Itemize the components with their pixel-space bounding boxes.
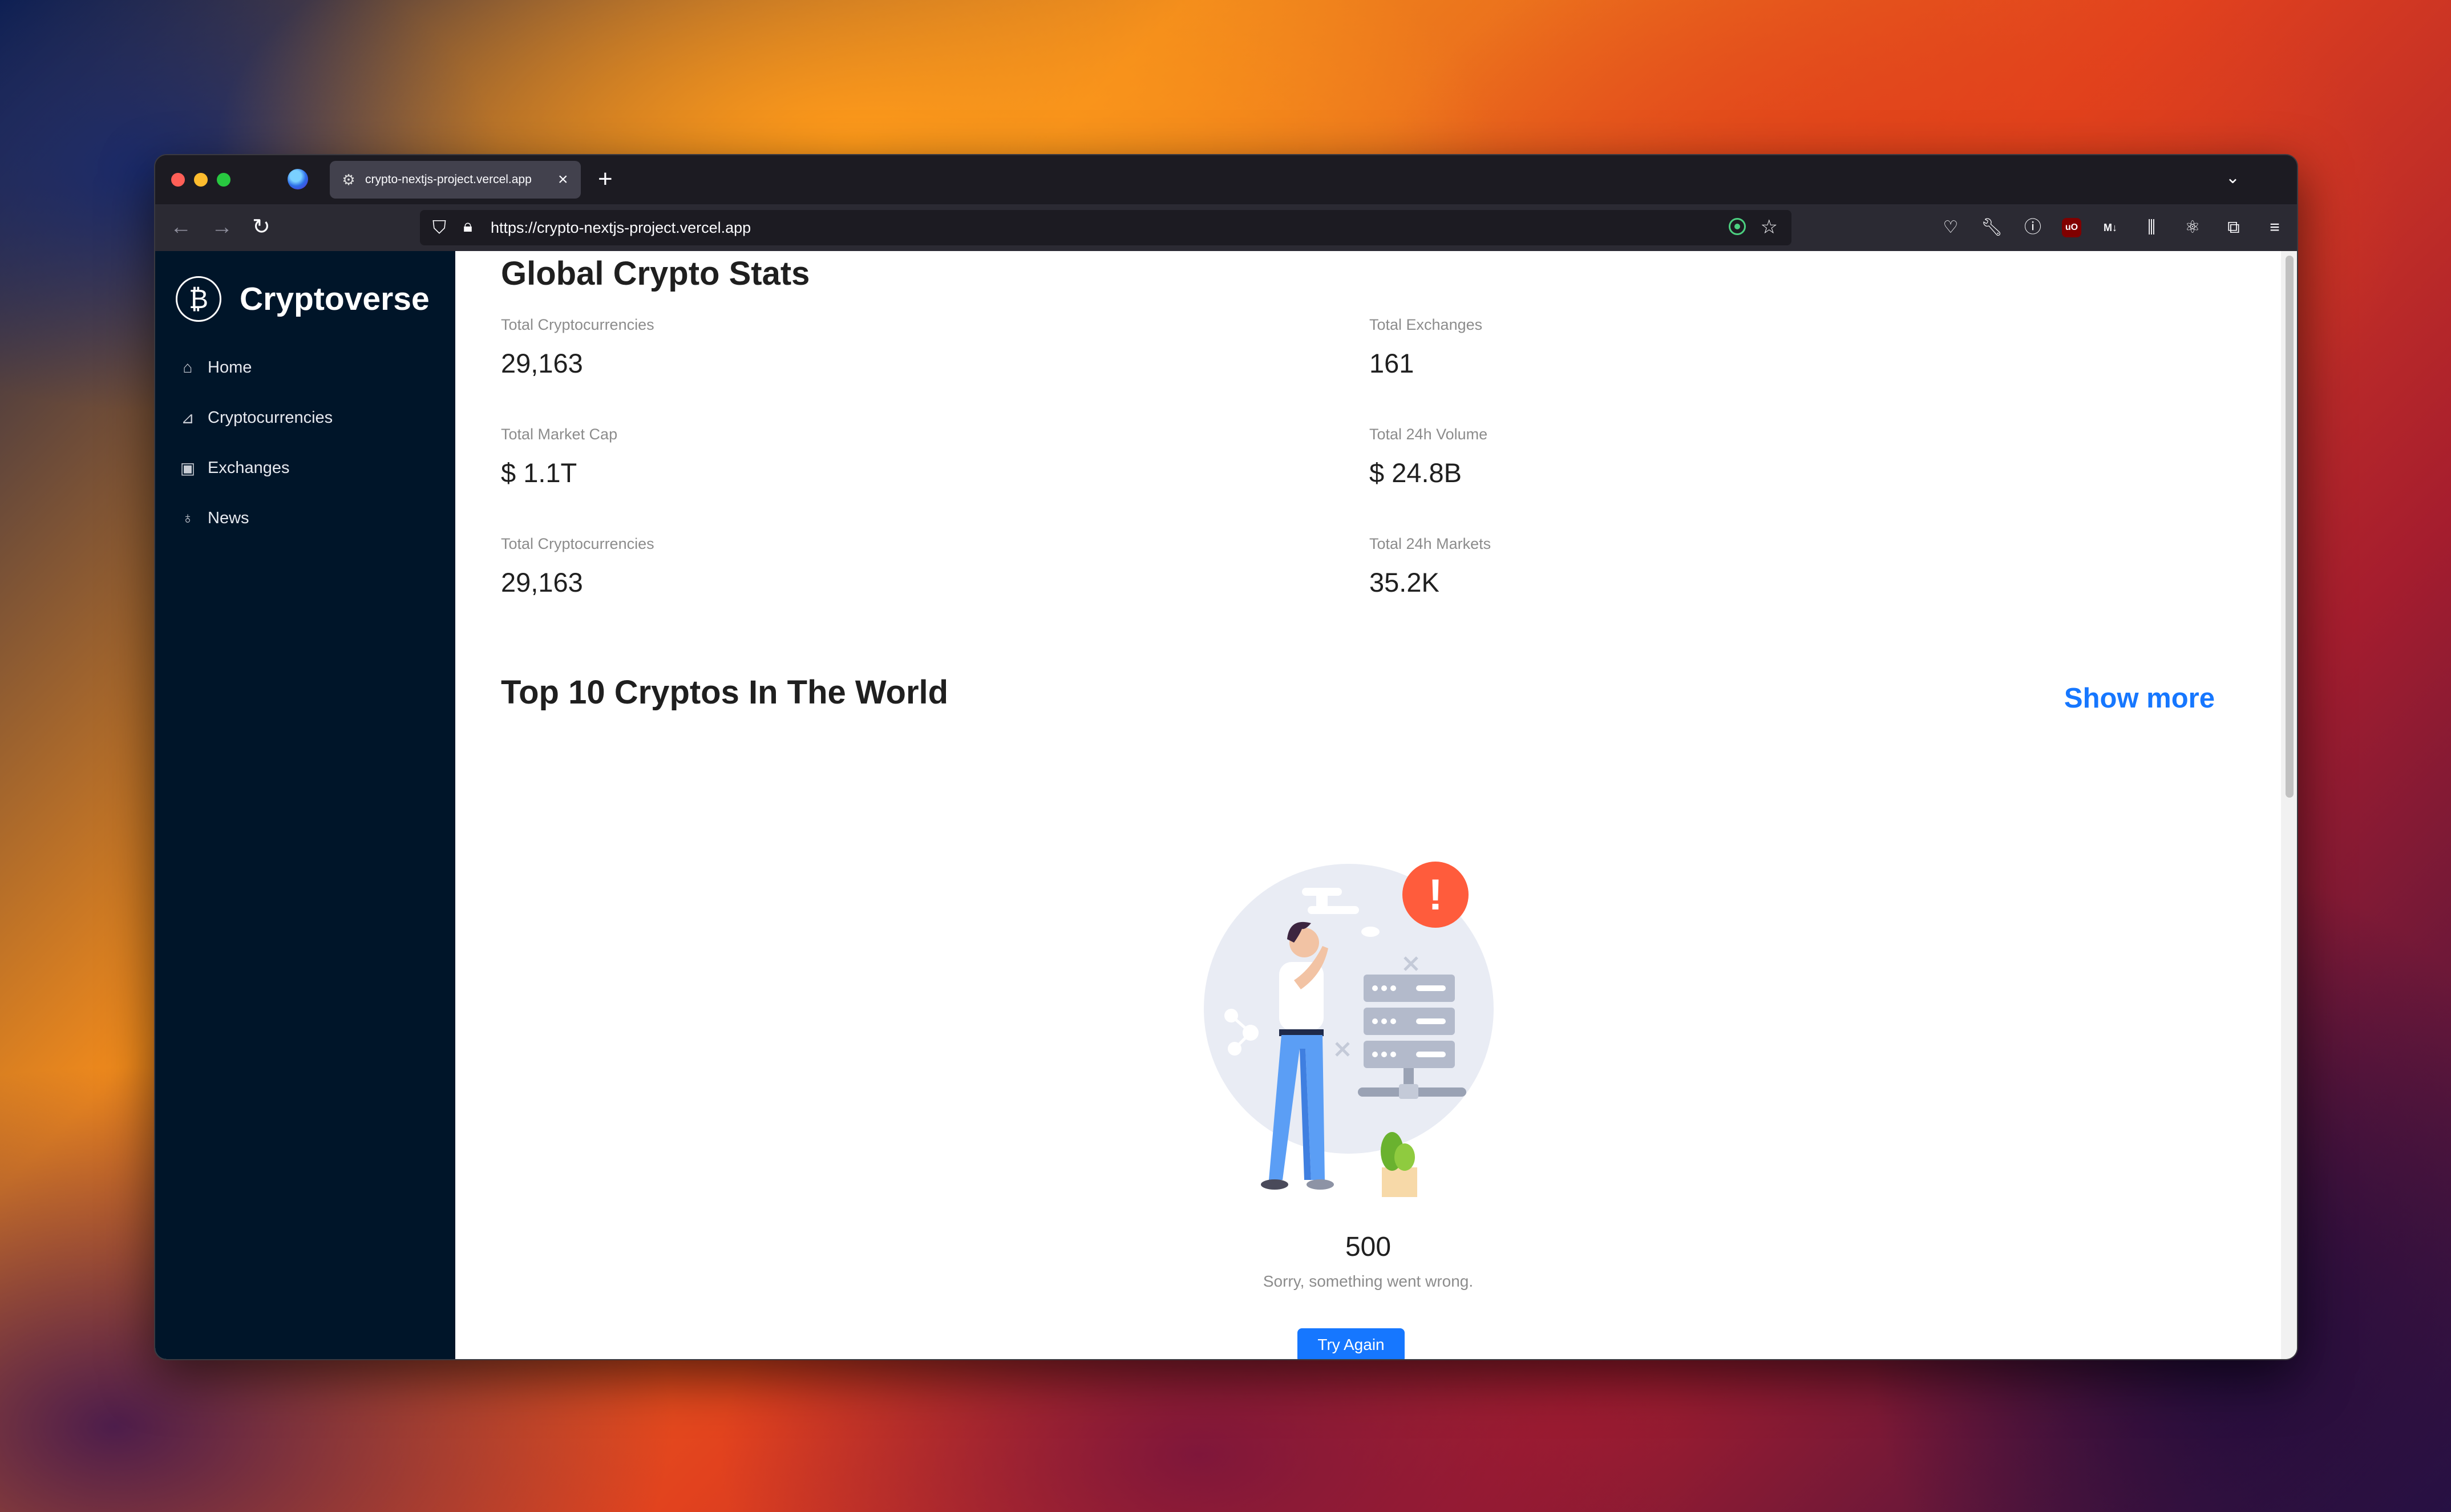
- stat-label: Total 24h Volume: [1369, 426, 1488, 443]
- wrench-icon[interactable]: 🔧︎: [1980, 216, 2004, 240]
- close-window-button[interactable]: [171, 173, 185, 187]
- stat-total-24h-markets: Total 24h Markets 35.2K: [1369, 535, 1491, 598]
- url-text[interactable]: https://crypto-nextjs-project.vercel.app: [491, 219, 751, 237]
- markdown-icon[interactable]: M↓: [2098, 216, 2122, 240]
- stat-value: $ 24.8B: [1369, 458, 1462, 488]
- react-devtools-icon[interactable]: ⚛: [2181, 216, 2205, 240]
- sidebar-item-label: Home: [208, 358, 252, 377]
- extension-target-icon[interactable]: [1729, 218, 1746, 235]
- stats-heading: Global Crypto Stats: [501, 255, 810, 292]
- chevron-down-icon[interactable]: ⌄: [2226, 168, 2240, 188]
- hamburger-menu-icon[interactable]: ≡: [2263, 216, 2287, 240]
- top-cryptos-heading: Top 10 Cryptos In The World: [501, 674, 949, 711]
- library-icon[interactable]: ⫼: [2139, 216, 2163, 240]
- bookmark-star-icon[interactable]: ☆: [1761, 216, 1778, 238]
- stat-value: 161: [1369, 348, 1414, 378]
- home-icon: ⌂: [183, 358, 193, 376]
- address-bar[interactable]: ⛉ 🔒︎ https://crypto-nextjs-project.verce…: [420, 210, 1791, 245]
- navigation-toolbar: ← → ↻ ⛉ 🔒︎ https://crypto-nextjs-project…: [155, 204, 2297, 251]
- stat-total-cryptocurrencies-2: Total Cryptocurrencies 29,163: [501, 535, 654, 598]
- stat-total-24h-volume: Total 24h Volume $ 24.8B: [1369, 426, 1487, 488]
- stat-value: 35.2K: [1369, 567, 1439, 597]
- browser-tab[interactable]: ⚙ crypto-nextjs-project.vercel.app ×: [330, 161, 581, 199]
- fund-icon: ⊿: [181, 409, 195, 427]
- shield-icon[interactable]: ⛉: [432, 217, 446, 238]
- sidebar: Cryptoverse ⌂ Home ⊿ Cryptocurrencies ▣ …: [155, 251, 455, 1359]
- error-code: 500: [1345, 1232, 1392, 1262]
- sidebar-item-label: Cryptocurrencies: [208, 408, 333, 427]
- browser-window: ⚙ crypto-nextjs-project.vercel.app × + ⌄…: [154, 154, 2298, 1360]
- sidebar-item-label: News: [208, 508, 249, 527]
- sidebar-item-label: Exchanges: [208, 458, 290, 477]
- stat-value: 29,163: [501, 348, 583, 378]
- stat-label: Total Market Cap: [501, 426, 618, 443]
- sidebar-item-home[interactable]: ⌂ Home: [155, 342, 455, 393]
- sidebar-menu: ⌂ Home ⊿ Cryptocurrencies ▣ Exchanges ♁ …: [155, 342, 455, 548]
- stat-total-exchanges: Total Exchanges 161: [1369, 316, 1482, 379]
- sidebar-item-news[interactable]: ♁ News: [155, 493, 455, 543]
- extensions-puzzle-icon[interactable]: ⧉: [2222, 216, 2246, 240]
- page-viewport: Cryptoverse ⌂ Home ⊿ Cryptocurrencies ▣ …: [155, 251, 2297, 1359]
- toolbar-icons: ♡ 🔧︎ ⓘ uO M↓ ⫼ ⚛ ⧉ ≡: [1939, 216, 2287, 240]
- sidebar-item-exchanges[interactable]: ▣ Exchanges: [155, 443, 455, 493]
- stat-total-market-cap: Total Market Cap $ 1.1T: [501, 426, 617, 488]
- exclamation-icon: !: [1428, 871, 1442, 919]
- stat-label: Total Cryptocurrencies: [501, 535, 654, 552]
- tab-title: crypto-nextjs-project.vercel.app: [365, 173, 532, 186]
- vertical-scrollbar[interactable]: [2281, 251, 2297, 1359]
- brand-name: Cryptoverse: [240, 281, 430, 317]
- scrollbar-thumb[interactable]: [2286, 256, 2294, 798]
- stat-label: Total Cryptocurrencies: [501, 316, 654, 333]
- crypto-logo-icon: [176, 276, 221, 322]
- server-error-illustration: !: [1204, 862, 1494, 1197]
- reload-icon[interactable]: ↻: [252, 216, 270, 238]
- new-tab-button[interactable]: +: [598, 163, 613, 195]
- pocket-icon[interactable]: ♡: [1939, 216, 1963, 240]
- money-collect-icon: ▣: [180, 459, 196, 477]
- ublock-icon[interactable]: uO: [2062, 218, 2081, 237]
- tab-bar: ⚙ crypto-nextjs-project.vercel.app × + ⌄: [155, 155, 2297, 204]
- try-again-button[interactable]: Try Again: [1297, 1328, 1405, 1359]
- error-message: Sorry, something went wrong.: [1263, 1272, 1474, 1290]
- info-icon[interactable]: ⓘ: [2021, 216, 2045, 240]
- favicon-icon: ⚙: [342, 171, 355, 188]
- firefox-view-icon[interactable]: [288, 169, 308, 189]
- zoom-window-button[interactable]: [217, 173, 230, 187]
- sidebar-item-cryptocurrencies[interactable]: ⊿ Cryptocurrencies: [155, 393, 455, 443]
- stat-total-cryptocurrencies: Total Cryptocurrencies 29,163: [501, 316, 654, 379]
- main-content: Global Crypto Stats Total Cryptocurrenci…: [455, 251, 2297, 1359]
- forward-arrow-icon[interactable]: →: [211, 216, 233, 238]
- stat-value: 29,163: [501, 567, 583, 597]
- minimize-window-button[interactable]: [194, 173, 208, 187]
- back-arrow-icon[interactable]: ←: [170, 216, 192, 238]
- lock-icon[interactable]: 🔒︎: [463, 217, 472, 236]
- bulb-icon: ♁: [181, 509, 194, 527]
- stat-label: Total 24h Markets: [1369, 535, 1491, 552]
- brand[interactable]: Cryptoverse: [176, 276, 430, 322]
- close-tab-icon[interactable]: ×: [558, 170, 568, 189]
- stat-value: $ 1.1T: [501, 458, 577, 488]
- stat-label: Total Exchanges: [1369, 316, 1483, 333]
- show-more-link[interactable]: Show more: [2064, 682, 2215, 714]
